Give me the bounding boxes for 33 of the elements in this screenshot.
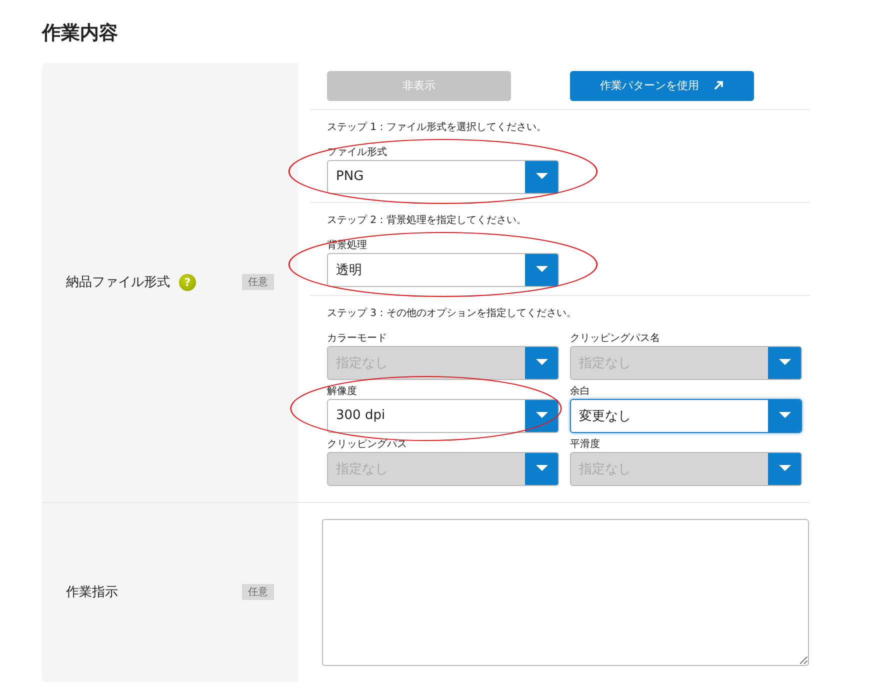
field-label: 平滑度: [570, 438, 601, 451]
field-label: 作業指示: [66, 584, 118, 602]
field-label: 納品ファイル形式: [66, 274, 170, 292]
caret-icon: [778, 359, 790, 366]
page-title: 作業内容: [42, 22, 119, 45]
field-label: クリッピングパス: [327, 438, 408, 451]
step-instruction: ステップ 2：背景処理を指定してください。: [327, 214, 528, 227]
field-label: 解像度: [327, 384, 358, 398]
caret-icon: [778, 412, 790, 420]
caret-icon: [536, 173, 548, 180]
field-label: カラーモード: [327, 332, 388, 345]
field-label: 余白: [570, 384, 591, 398]
caret-icon: [536, 412, 548, 420]
caret-icon: [536, 266, 548, 274]
dropdown[interactable]: 変更なし: [570, 398, 802, 433]
help-icon[interactable]: ?: [179, 274, 196, 291]
arrow-icon: [713, 80, 724, 92]
optional-tag: 任意: [242, 584, 274, 600]
step-instruction: ステップ 3：その他のオプションを指定してください。: [327, 306, 578, 320]
field-label: クリッピングパス名: [570, 332, 661, 345]
dropdown[interactable]: 透明: [327, 252, 559, 287]
caret-icon: [536, 359, 548, 366]
dropdown-toggle[interactable]: [525, 160, 558, 193]
dropdown-toggle[interactable]: [768, 400, 801, 432]
use-pattern-button[interactable]: 作業パターンを使用: [570, 70, 754, 101]
optional-tag: 任意: [242, 274, 274, 290]
step-instruction: ステップ 1：ファイル形式を選択してください。: [327, 120, 548, 134]
caret-icon: [778, 465, 790, 472]
caret-icon: [536, 465, 548, 472]
dropdown-toggle[interactable]: [525, 400, 558, 432]
dropdown[interactable]: PNG: [327, 160, 559, 194]
dropdown-toggle[interactable]: [525, 254, 558, 286]
dropdown[interactable]: 300 dpi: [327, 398, 559, 433]
